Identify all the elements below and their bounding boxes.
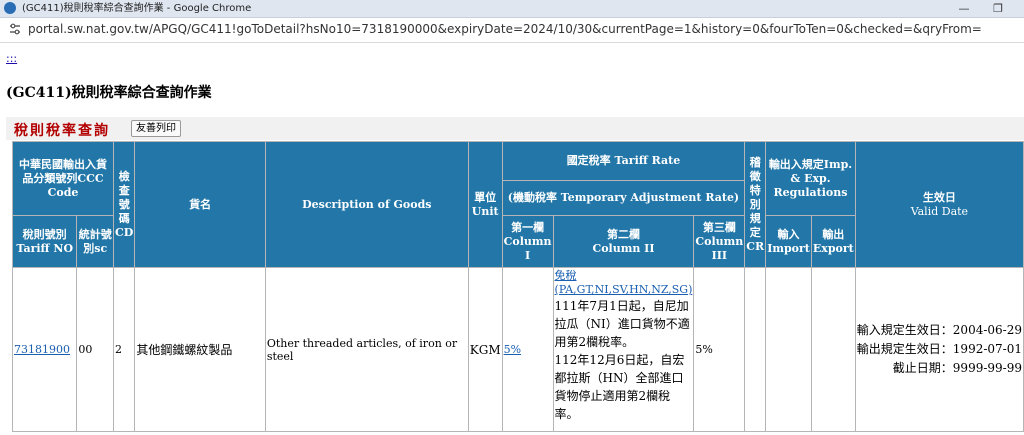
table-row: 73181900 00 2 其他鋼鐵螺紋製品 Other threaded ar… bbox=[11, 267, 1024, 432]
url-text[interactable]: portal.sw.nat.gov.tw/APGQ/GC411!goToDeta… bbox=[28, 22, 982, 36]
address-bar[interactable]: portal.sw.nat.gov.tw/APGQ/GC411!goToDeta… bbox=[0, 18, 1024, 43]
col2-cell: 免稅(PA,GT,NI,SV,HN,NZ,SG) 111年7月1日起，自尼加拉瓜… bbox=[552, 267, 695, 432]
goods-zh-header: 貨名 bbox=[134, 141, 266, 268]
import-valid-date: 輸入規定生效日：2004-06-29 bbox=[856, 323, 1022, 337]
col3-cell: 5% bbox=[693, 267, 746, 432]
valid-date-zh-header: 生效日 bbox=[922, 190, 956, 204]
valid-date-cell: 輸入規定生效日：2004-06-29 輸出規定生效日：1992-07-01 截止… bbox=[854, 267, 1024, 432]
goods-zh-cell: 其他鋼鐵螺紋製品 bbox=[134, 267, 266, 432]
tariff-table: 中華民國輸出入貨品分類號列CCC Code 檢查號碼CD 貨名 Descript… bbox=[11, 141, 1024, 432]
site-favicon-icon bbox=[4, 2, 16, 14]
col2-en-header: Column II bbox=[592, 241, 655, 255]
col2-header: 第二欄 Column II bbox=[552, 215, 695, 268]
valid-date-en-header: Valid Date bbox=[910, 204, 969, 218]
valid-date-header: 生效日 Valid Date bbox=[854, 141, 1024, 268]
export-header: 輸出Export bbox=[810, 215, 856, 268]
goods-en-cell: Other threaded articles, of iron or stee… bbox=[264, 267, 469, 432]
col2-note-nicaragua: 111年7月1日起，自尼加拉瓜（NI）進口貨物不適用第2欄稅率。 bbox=[554, 299, 690, 349]
col2-note-honduras: 112年12月6日起，自宏都拉斯（HN）全部進口貨物停止適用第2欄稅率。 bbox=[554, 353, 685, 421]
cr-header: 稽徵特別規定CR bbox=[744, 141, 767, 268]
export-cell bbox=[810, 267, 856, 432]
export-valid-date: 輸出規定生效日：1992-07-01 bbox=[856, 342, 1022, 356]
import-header: 輸入Import bbox=[765, 215, 812, 268]
col2-rate-link[interactable]: 免稅(PA,GT,NI,SV,HN,NZ,SG) bbox=[555, 269, 693, 297]
col2-zh-header: 第二欄 bbox=[606, 227, 640, 241]
tariff-rate-header: 國定稅率 Tariff Rate bbox=[501, 141, 746, 181]
site-info-icon[interactable] bbox=[8, 22, 22, 36]
section-title: 稅則稅率查詢 bbox=[14, 123, 110, 139]
unit-cell: KGM bbox=[467, 267, 503, 432]
col1-rate-link[interactable]: 5% bbox=[504, 343, 521, 356]
restore-button[interactable]: ❐ bbox=[984, 0, 1012, 17]
ccc-code-header: 中華民國輸出入貨品分類號列CCC Code bbox=[11, 141, 115, 216]
cr-cell bbox=[744, 267, 767, 432]
page-title: (GC411)稅則稅率綜合查詢作業 bbox=[6, 85, 212, 101]
skip-nav-link[interactable]: ::: bbox=[6, 52, 17, 65]
cd-cell: 2 bbox=[113, 267, 136, 432]
window-title: (GC411)稅則稅率綜合查詢作業 - Google Chrome bbox=[22, 3, 252, 14]
col3-header: 第三欄Column III bbox=[693, 215, 746, 268]
regulation-header: 輸出入規定Imp. & Exp. Regulations bbox=[765, 141, 856, 216]
sc-header: 統計號別sc bbox=[76, 215, 115, 268]
goods-en-header: Description of Goods bbox=[264, 141, 469, 268]
import-cell bbox=[765, 267, 812, 432]
tariff-no-link[interactable]: 73181900 bbox=[14, 343, 70, 356]
minimize-button[interactable]: — bbox=[950, 0, 978, 17]
col1-header: 第一欄Column I bbox=[501, 215, 554, 268]
unit-header: 單位Unit bbox=[467, 141, 503, 268]
print-button[interactable]: 友善列印 bbox=[131, 120, 181, 137]
expiry-date: 截止日期：9999-99-99 bbox=[892, 361, 1022, 375]
tariff-no-header: 稅則號別Tariff NO bbox=[11, 215, 78, 268]
temp-rate-header: (機動稅率 Temporary Adjustment Rate) bbox=[501, 180, 746, 216]
browser-title-bar: (GC411)稅則稅率綜合查詢作業 - Google Chrome — ❐ bbox=[0, 0, 1024, 18]
section-header: 稅則稅率查詢 友善列印 bbox=[6, 117, 1024, 140]
sc-cell: 00 bbox=[76, 267, 115, 432]
cd-header: 檢查號碼CD bbox=[113, 141, 136, 268]
